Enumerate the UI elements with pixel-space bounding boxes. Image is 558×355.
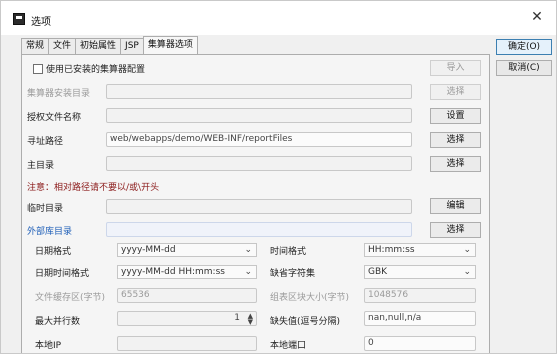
default-charset-select[interactable]: GBK ⌄ xyxy=(364,265,476,279)
date-format-value: yyyy-MM-dd xyxy=(121,245,176,255)
external-lib-select-button[interactable]: 选择 xyxy=(430,222,481,238)
app-icon xyxy=(13,13,25,25)
time-format-value: HH:mm:ss xyxy=(368,245,415,255)
local-ip-label: 本地IP xyxy=(35,341,62,351)
cancel-button[interactable]: 取消(C) xyxy=(496,60,552,76)
spinner-arrows[interactable]: ▲ ▼ xyxy=(248,313,253,326)
datetime-format-value: yyyy-MM-dd HH:mm:ss xyxy=(121,267,225,277)
spin-down-icon[interactable]: ▼ xyxy=(248,319,253,326)
local-port-label: 本地端口 xyxy=(270,341,307,351)
time-format-select[interactable]: HH:mm:ss ⌄ xyxy=(364,243,476,257)
time-format-label: 时间格式 xyxy=(270,247,307,257)
search-path-field[interactable]: web/webapps/demo/WEB-INF/reportFiles xyxy=(106,132,412,147)
temp-dir-field[interactable] xyxy=(106,199,412,214)
max-parallel-value: 1 xyxy=(234,313,240,323)
tab-file[interactable]: 文件 xyxy=(48,38,77,54)
use-installed-checkbox[interactable] xyxy=(33,64,43,74)
file-buffer-label: 文件缓存区(字节) xyxy=(35,293,106,303)
local-port-field[interactable]: 0 xyxy=(364,336,476,351)
null-values-field[interactable]: nan,null,n/a xyxy=(364,311,476,326)
main-dir-label: 主目录 xyxy=(27,161,55,171)
datetime-format-select[interactable]: yyyy-MM-dd HH:mm:ss ⌄ xyxy=(117,265,257,279)
max-parallel-label: 最大并行数 xyxy=(35,317,81,327)
relative-path-notice: 注意：相对路径请不要以/或\开头 xyxy=(27,183,160,193)
main-dir-select-button[interactable]: 选择 xyxy=(430,156,481,172)
temp-dir-label: 临时目录 xyxy=(27,204,64,214)
tab-strip: 常规 文件 初始属性 JSP 集算器选项 xyxy=(21,36,198,54)
esproc-options-panel: 使用已安装的集算器配置 导入 集算器安装目录 选择 授权文件名称 设置 寻址路径… xyxy=(21,54,490,353)
install-dir-field[interactable] xyxy=(106,84,412,99)
default-charset-label: 缺省字符集 xyxy=(270,269,316,279)
window-title: 选项 xyxy=(31,17,51,28)
import-button[interactable]: 导入 xyxy=(430,60,481,76)
license-label: 授权文件名称 xyxy=(27,113,82,123)
file-buffer-field[interactable]: 65536 xyxy=(117,288,257,303)
chevron-down-icon: ⌄ xyxy=(244,267,252,277)
date-format-label: 日期格式 xyxy=(35,247,72,257)
install-dir-select-button[interactable]: 选择 xyxy=(430,84,481,100)
tab-esproc-options[interactable]: 集算器选项 xyxy=(142,36,198,54)
chevron-down-icon: ⌄ xyxy=(244,245,252,255)
datetime-format-label: 日期时间格式 xyxy=(35,269,90,279)
tab-initial-properties[interactable]: 初始属性 xyxy=(75,38,122,54)
date-format-select[interactable]: yyyy-MM-dd ⌄ xyxy=(117,243,257,257)
license-set-button[interactable]: 设置 xyxy=(430,108,481,124)
search-path-select-button[interactable]: 选择 xyxy=(430,132,481,148)
search-path-label: 寻址路径 xyxy=(27,137,64,147)
options-dialog: 选项 ✕ 常规 文件 初始属性 JSP 集算器选项 确定(O) 取消(C) 使用… xyxy=(0,0,557,354)
close-icon[interactable]: ✕ xyxy=(530,10,544,24)
install-dir-label: 集算器安装目录 xyxy=(27,89,91,99)
use-installed-label: 使用已安装的集算器配置 xyxy=(46,65,146,75)
license-field[interactable] xyxy=(106,108,412,123)
local-ip-field[interactable] xyxy=(117,336,257,351)
temp-dir-edit-button[interactable]: 编辑 xyxy=(430,198,481,214)
chevron-down-icon: ⌄ xyxy=(463,267,471,277)
title-bar: 选项 ✕ xyxy=(1,1,556,35)
chevron-down-icon: ⌄ xyxy=(463,245,471,255)
external-lib-dir-label: 外部库目录 xyxy=(27,227,73,237)
max-parallel-spinner[interactable]: 1 ▲ ▼ xyxy=(117,311,257,326)
ok-button[interactable]: 确定(O) xyxy=(496,39,552,55)
null-values-label: 缺失值(逗号分隔) xyxy=(270,317,341,327)
tab-jsp[interactable]: JSP xyxy=(120,38,144,54)
block-size-label: 组表区块大小(字节) xyxy=(270,293,350,303)
block-size-field[interactable]: 1048576 xyxy=(364,288,476,303)
tab-general[interactable]: 常规 xyxy=(21,38,50,54)
default-charset-value: GBK xyxy=(368,267,388,277)
external-lib-dir-field[interactable] xyxy=(106,222,412,237)
main-dir-field[interactable] xyxy=(106,156,412,171)
